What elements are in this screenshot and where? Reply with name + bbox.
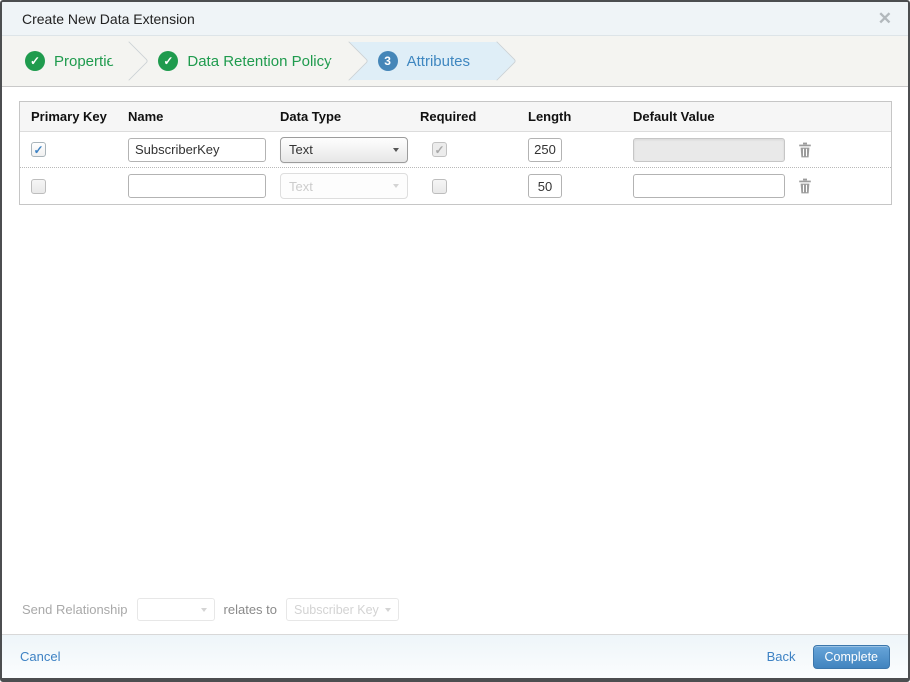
chevron-down-icon	[384, 607, 391, 612]
step-label: Data Retention Policy	[187, 52, 332, 70]
modal-titlebar: Create New Data Extension ✕	[2, 2, 908, 36]
attribute-row: Text	[20, 168, 891, 204]
data-type-select-disabled: Text	[280, 173, 408, 199]
step-data-retention-policy[interactable]: Data Retention Policy	[130, 42, 350, 80]
step-attributes-active[interactable]: 3 Attributes	[349, 42, 498, 80]
required-checkbox[interactable]	[432, 178, 447, 194]
step-label: Properties	[54, 52, 123, 70]
length-input[interactable]	[528, 174, 562, 198]
cancel-link[interactable]: Cancel	[20, 649, 60, 664]
name-input[interactable]	[128, 137, 266, 162]
primary-key-checkbox[interactable]	[31, 142, 46, 157]
chevron-down-icon	[200, 607, 207, 612]
delete-row-trash-icon[interactable]	[798, 142, 812, 158]
attributes-table-header: Primary Key Name Data Type Required Leng…	[20, 102, 891, 132]
close-icon[interactable]: ✕	[878, 10, 892, 27]
send-relationship-source-select-disabled	[136, 598, 215, 621]
default-value-input[interactable]	[633, 174, 785, 198]
header-name: Name	[128, 109, 164, 124]
send-relationship-target-select-disabled: Subscriber Key	[286, 598, 399, 621]
data-type-value: Text	[289, 178, 313, 194]
header-length: Length	[528, 109, 572, 124]
header-default-value: Default Value	[633, 109, 715, 124]
complete-button[interactable]: Complete	[812, 644, 890, 669]
attributes-table: Primary Key Name Data Type Required Leng…	[19, 101, 892, 205]
modal-title: Create New Data Extension	[22, 10, 195, 27]
back-link[interactable]: Back	[767, 649, 796, 664]
step-number-badge: 3	[377, 51, 398, 71]
header-required: Required	[420, 109, 477, 124]
primary-key-checkbox[interactable]	[31, 178, 46, 194]
target-value: Subscriber Key	[294, 602, 379, 617]
step-properties[interactable]: Properties	[11, 42, 131, 80]
send-relationship-row: Send Relationship relates to Subscriber …	[22, 598, 399, 621]
header-primary-key: Primary Key	[31, 109, 107, 124]
create-data-extension-modal: Create New Data Extension ✕ Properties D…	[0, 0, 910, 682]
modal-footer: Cancel Back Complete	[2, 634, 908, 678]
default-value-input-disabled	[633, 137, 785, 162]
chevron-down-icon	[393, 147, 399, 152]
step-complete-check-icon	[25, 51, 45, 71]
modal-content: Primary Key Name Data Type Required Leng…	[2, 87, 908, 634]
footer-actions: Back Complete	[767, 644, 890, 669]
chevron-down-icon	[393, 184, 399, 188]
header-data-type: Data Type	[280, 109, 342, 124]
step-complete-check-icon	[158, 51, 179, 71]
relates-to-label: relates to	[223, 602, 278, 617]
name-input[interactable]	[128, 174, 266, 198]
attribute-row: Text	[20, 132, 891, 168]
required-checkbox-disabled	[432, 142, 447, 157]
wizard-stepbar: Properties Data Retention Policy 3 Attri…	[2, 36, 908, 87]
delete-row-trash-icon[interactable]	[798, 178, 812, 194]
data-type-value: Text	[289, 142, 313, 157]
data-type-select[interactable]: Text	[280, 136, 408, 163]
length-input[interactable]	[528, 137, 562, 162]
step-label: Attributes	[406, 52, 470, 70]
send-relationship-label: Send Relationship	[22, 602, 128, 617]
